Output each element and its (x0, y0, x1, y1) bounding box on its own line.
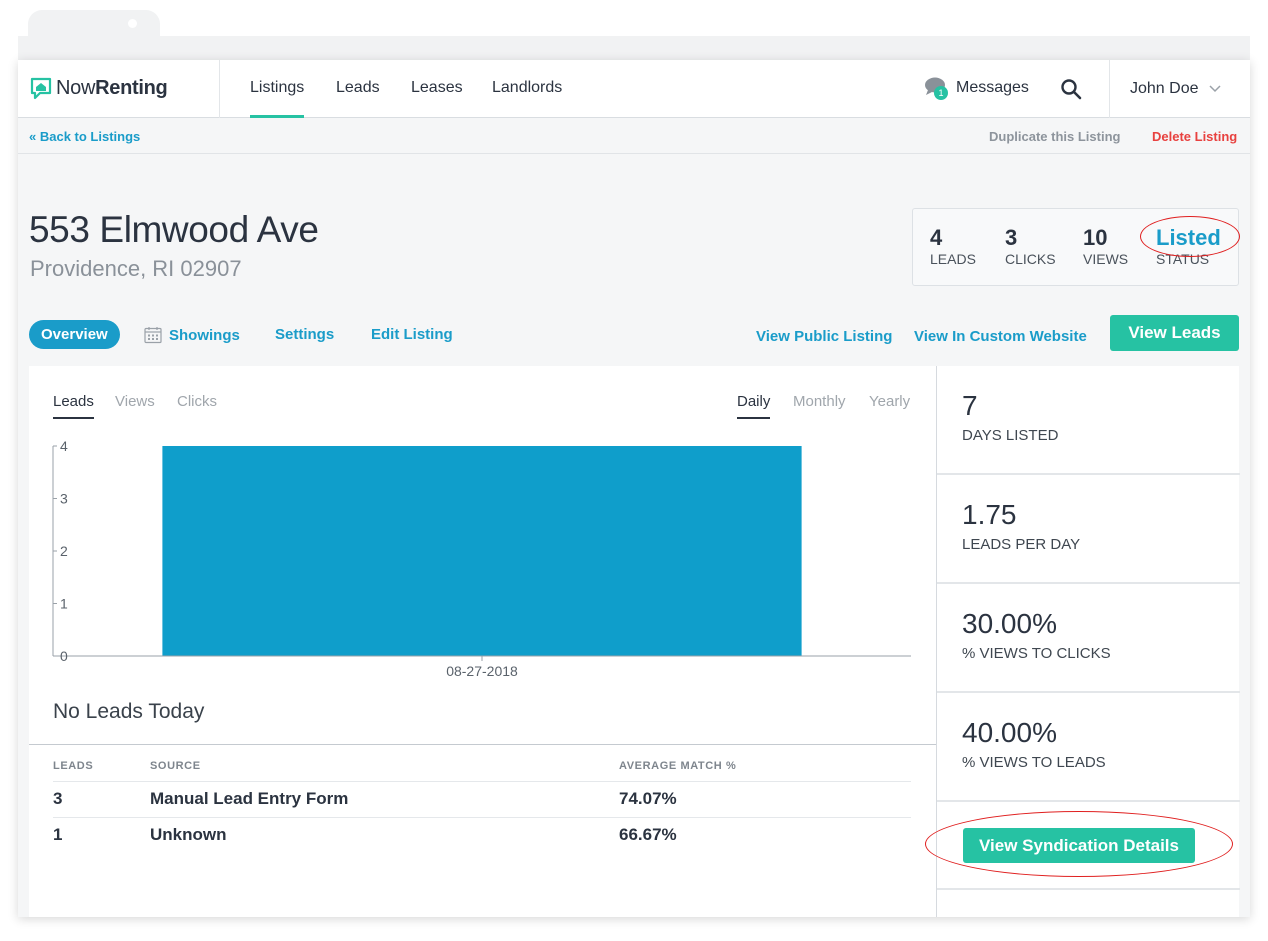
logo[interactable]: NowRenting (30, 74, 168, 102)
nav-tab-leads[interactable]: Leads (336, 60, 380, 118)
metric-days-listed: 7 DAYS LISTED (937, 366, 1240, 475)
metric-label: % VIEWS TO LEADS (962, 754, 1106, 771)
chart-bar (162, 446, 802, 656)
duplicate-listing-link[interactable]: Duplicate this Listing (989, 129, 1120, 144)
metric-leads-per-day: 1.75 LEADS PER DAY (937, 475, 1240, 584)
view-custom-website-link[interactable]: View In Custom Website (914, 328, 1087, 345)
chart-message: No Leads Today (53, 700, 205, 723)
chart-y-tick-label: 4 (60, 438, 68, 454)
view-public-listing-link[interactable]: View Public Listing (756, 328, 892, 345)
stat-label: LEADS (930, 251, 976, 267)
chart-y-tick-label: 1 (60, 596, 68, 612)
back-to-listings-link[interactable]: « Back to Listings (29, 129, 140, 144)
tab-edit-listing[interactable]: Edit Listing (371, 326, 453, 343)
app-frame: NowRenting Listings Leads Leases Landlor… (18, 60, 1250, 917)
listing-city: Providence, RI 02907 (30, 256, 242, 281)
listing-subbar: « Back to Listings Duplicate this Listin… (18, 118, 1250, 154)
chart-tab-leads[interactable]: Leads (53, 393, 94, 419)
table-cell-match: 66.67% (619, 825, 677, 844)
stat-clicks: 3 CLICKS (1005, 225, 1056, 267)
table-header-source: SOURCE (150, 760, 201, 772)
table-cell-source: Manual Lead Entry Form (150, 789, 349, 808)
metric-views-to-clicks: 30.00% % VIEWS TO CLICKS (937, 584, 1240, 693)
house-chat-icon (30, 77, 52, 100)
tab-showings-label: Showings (169, 326, 240, 344)
browser-chrome (18, 36, 1250, 60)
stat-value: 10 (1083, 225, 1108, 250)
tab-showings[interactable]: Showings (144, 326, 240, 344)
tab-settings[interactable]: Settings (275, 326, 334, 343)
chevron-down-icon (1208, 85, 1221, 93)
chart-panel: Leads Views Clicks Daily Monthly Yearly … (29, 366, 937, 917)
nav-tab-landlords[interactable]: Landlords (492, 60, 562, 118)
metric-value: 40.00% (962, 717, 1057, 748)
chart-y-tick-label: 3 (60, 491, 68, 507)
stat-views: 10 VIEWS (1083, 225, 1128, 267)
metric-views-to-leads: 40.00% % VIEWS TO LEADS (937, 693, 1240, 802)
top-nav: NowRenting Listings Leads Leases Landlor… (18, 60, 1250, 118)
chart-tab-views[interactable]: Views (115, 393, 155, 417)
chart-tab-monthly[interactable]: Monthly (793, 393, 846, 417)
table-cell-source: Unknown (150, 825, 227, 844)
stat-value: 3 (1005, 225, 1018, 250)
user-name: John Doe (1130, 80, 1199, 97)
chart-y-tick-label: 2 (60, 543, 68, 559)
chart-tab-daily[interactable]: Daily (737, 393, 771, 419)
listing-address: 553 Elmwood Ave (29, 209, 319, 250)
stat-leads: 4 LEADS (930, 225, 976, 267)
tab-overview[interactable]: Overview (29, 320, 120, 349)
chart-tab-clicks[interactable]: Clicks (177, 393, 217, 417)
metric-label: % VIEWS TO CLICKS (962, 645, 1111, 662)
nav-divider (1109, 60, 1110, 118)
annotation-circle (925, 811, 1233, 877)
view-leads-button[interactable]: View Leads (1110, 315, 1239, 351)
nav-tab-listings[interactable]: Listings (250, 60, 305, 118)
table-cell-leads: 1 (53, 825, 63, 844)
leads-bar-chart: 0 1 2 3 4 08-27-2018 (52, 438, 911, 679)
annotation-circle (1140, 216, 1240, 257)
metric-value: 30.00% (962, 608, 1057, 639)
table-header-match: AVERAGE MATCH % (619, 760, 737, 772)
table-cell-match: 74.07% (619, 789, 677, 808)
table-cell-leads: 3 (53, 789, 63, 808)
stat-label: CLICKS (1005, 251, 1056, 267)
row-divider (53, 817, 911, 818)
metric-value: 7 (962, 390, 978, 421)
stat-label: VIEWS (1083, 251, 1129, 267)
chart-tab-yearly[interactable]: Yearly (869, 393, 910, 417)
metric-value: 1.75 (962, 499, 1017, 530)
logo-text: NowRenting (56, 76, 168, 99)
metric-label: DAYS LISTED (962, 427, 1059, 444)
chat-bubbles-icon: 1 (924, 76, 950, 100)
user-menu[interactable]: John Doe (1130, 60, 1221, 118)
metric-label: LEADS PER DAY (962, 536, 1081, 553)
table-divider (29, 744, 937, 745)
calendar-icon (144, 327, 162, 344)
chart-y-tick-label: 0 (60, 648, 68, 664)
table-header-leads: LEADS (53, 760, 94, 772)
tab-dot (128, 19, 137, 28)
chart-x-tick-label: 08-27-2018 (446, 663, 518, 679)
messages-label: Messages (956, 79, 1029, 96)
messages-badge: 1 (934, 86, 948, 100)
delete-listing-link[interactable]: Delete Listing (1152, 129, 1237, 144)
nav-tab-leases[interactable]: Leases (411, 60, 463, 118)
messages-link[interactable]: 1 Messages (924, 76, 1029, 100)
search-icon[interactable] (1060, 78, 1082, 100)
row-divider (53, 781, 911, 782)
stat-value: 4 (930, 225, 943, 250)
nav-divider (219, 60, 220, 118)
